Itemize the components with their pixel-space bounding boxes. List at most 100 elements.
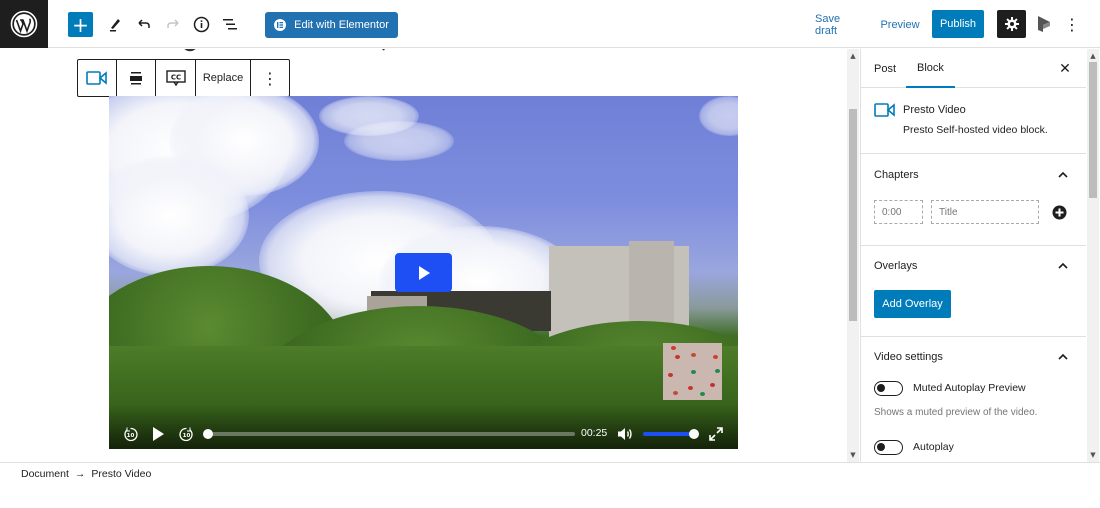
progress-handle[interactable] — [203, 429, 213, 439]
thumb-dot — [688, 386, 693, 390]
sidebar-scrollbar[interactable]: ▲ ▼ — [1087, 49, 1099, 462]
video-frame-cloud — [699, 96, 738, 136]
volume-icon — [617, 428, 632, 440]
elementor-icon — [274, 19, 287, 31]
sidebar-scrollbar-thumb[interactable] — [1089, 62, 1097, 198]
edit-with-elementor-label: Edit with Elementor — [294, 19, 389, 31]
editor-canvas: CC Replace ⋮ 10 10 00:25 — [0, 49, 846, 462]
preview-button[interactable]: Preview — [880, 13, 920, 37]
redo-button[interactable] — [163, 14, 183, 34]
svg-text:10: 10 — [182, 433, 190, 439]
volume-slider[interactable] — [643, 429, 699, 439]
plus-icon: + — [72, 12, 89, 37]
overlays-panel: Overlays Add Overlay — [861, 246, 1086, 337]
editor-footer: Document → Presto Video — [0, 462, 1100, 508]
canvas-scrollbar-thumb[interactable] — [849, 109, 857, 321]
thumb-dot — [668, 373, 673, 377]
block-card-description: Presto Self-hosted video block. — [903, 124, 1048, 136]
thumb-dot — [673, 391, 678, 395]
breadcrumb-presto-video[interactable]: Presto Video — [91, 468, 151, 480]
overlays-panel-toggle[interactable]: Overlays — [874, 260, 917, 272]
title-glyph-fragment-2 — [382, 49, 385, 51]
plus-circle-icon — [1052, 205, 1067, 220]
chevron-up-icon[interactable] — [1056, 169, 1070, 181]
tab-post[interactable]: Post — [874, 49, 896, 88]
save-draft-button[interactable]: Save draft — [815, 13, 865, 37]
video-frame-cloud — [344, 121, 454, 161]
list-view-button[interactable] — [220, 14, 240, 34]
settings-sidebar: Post Block ✕ Presto Video Presto Self-ho… — [860, 49, 1086, 462]
list-view-icon — [223, 19, 237, 30]
chapters-panel: Chapters — [861, 154, 1086, 246]
big-play-button[interactable] — [395, 253, 452, 292]
breadcrumb-separator: → — [74, 468, 86, 480]
details-button[interactable] — [191, 14, 211, 34]
chevron-up-icon[interactable] — [1056, 260, 1070, 272]
presto-video-player[interactable]: 10 10 00:25 — [109, 96, 738, 449]
publish-button[interactable]: Publish — [932, 10, 984, 38]
presto-player-button[interactable] — [1033, 12, 1055, 36]
volume-handle[interactable] — [689, 429, 699, 439]
scroll-up-arrow[interactable]: ▲ — [1087, 51, 1099, 61]
block-toolbar: CC Replace ⋮ — [77, 59, 290, 97]
autoplay-label: Autoplay — [913, 441, 954, 453]
block-options-button[interactable]: ⋮ — [251, 60, 289, 96]
undo-icon — [138, 19, 150, 28]
forward-10-icon: 10 — [178, 427, 193, 441]
pencil-icon — [110, 19, 120, 32]
more-vertical-icon: ⋮ — [1064, 14, 1080, 34]
scroll-up-arrow[interactable]: ▲ — [847, 51, 859, 61]
autoplay-toggle[interactable] — [874, 440, 903, 455]
edit-with-elementor-button[interactable]: Edit with Elementor — [265, 12, 398, 38]
align-button[interactable] — [117, 60, 156, 96]
play-icon — [418, 265, 430, 280]
thumb-dot — [713, 355, 718, 359]
thumb-dot — [710, 383, 715, 387]
block-type-button[interactable] — [78, 60, 117, 96]
video-settings-panel: Video settings Muted Autoplay Preview Sh… — [861, 337, 1086, 462]
video-settings-panel-toggle[interactable]: Video settings — [874, 351, 943, 363]
chapter-time-input[interactable] — [874, 200, 923, 224]
wordpress-logo-button[interactable] — [0, 0, 48, 48]
progress-bar[interactable] — [203, 429, 575, 439]
add-chapter-button[interactable] — [1052, 205, 1067, 220]
muted-autoplay-preview-help: Shows a muted preview of the video. — [874, 407, 1038, 418]
chapter-title-input[interactable] — [931, 200, 1039, 224]
svg-text:10: 10 — [126, 433, 134, 439]
close-sidebar-button[interactable]: ✕ — [1057, 60, 1073, 76]
tab-block[interactable]: Block — [906, 49, 955, 88]
muted-autoplay-preview-toggle[interactable] — [874, 381, 903, 396]
settings-button[interactable] — [997, 10, 1026, 38]
captions-button[interactable]: CC — [156, 60, 196, 96]
fullscreen-button[interactable] — [707, 425, 725, 443]
replace-button[interactable]: Replace — [196, 60, 251, 96]
breadcrumb-document[interactable]: Document — [21, 468, 69, 480]
thumb-dot — [691, 370, 696, 374]
add-overlay-button[interactable]: Add Overlay — [874, 290, 951, 318]
scroll-down-arrow[interactable]: ▼ — [847, 450, 859, 460]
wordpress-icon — [10, 10, 38, 38]
tools-button[interactable] — [105, 14, 125, 34]
info-icon — [193, 16, 209, 32]
thumb-dot — [715, 369, 720, 373]
undo-button[interactable] — [134, 14, 154, 34]
canvas-scrollbar[interactable]: ▲ ▼ — [847, 49, 859, 462]
more-vertical-icon: ⋮ — [262, 68, 278, 88]
sidebar-tabs: Post Block ✕ — [861, 49, 1086, 88]
captions-icon: CC — [165, 69, 186, 86]
forward-10-button[interactable]: 10 — [177, 425, 195, 443]
block-inserter-button[interactable]: + — [68, 12, 93, 37]
rewind-10-button[interactable]: 10 — [121, 425, 139, 443]
chapters-panel-toggle[interactable]: Chapters — [874, 169, 919, 181]
video-icon — [86, 71, 107, 85]
mute-button[interactable] — [616, 425, 634, 443]
overlay-thumbnail[interactable] — [663, 343, 722, 400]
chevron-up-icon[interactable] — [1056, 351, 1070, 363]
options-menu-button[interactable]: ⋮ — [1064, 14, 1080, 34]
rewind-10-icon: 10 — [123, 427, 138, 441]
editor-top-bar: + Edit with Elementor Save draft Preview… — [0, 0, 1100, 48]
play-icon — [153, 427, 164, 441]
thumb-dot — [675, 355, 680, 359]
scroll-down-arrow[interactable]: ▼ — [1087, 450, 1099, 460]
play-button[interactable] — [149, 425, 167, 443]
